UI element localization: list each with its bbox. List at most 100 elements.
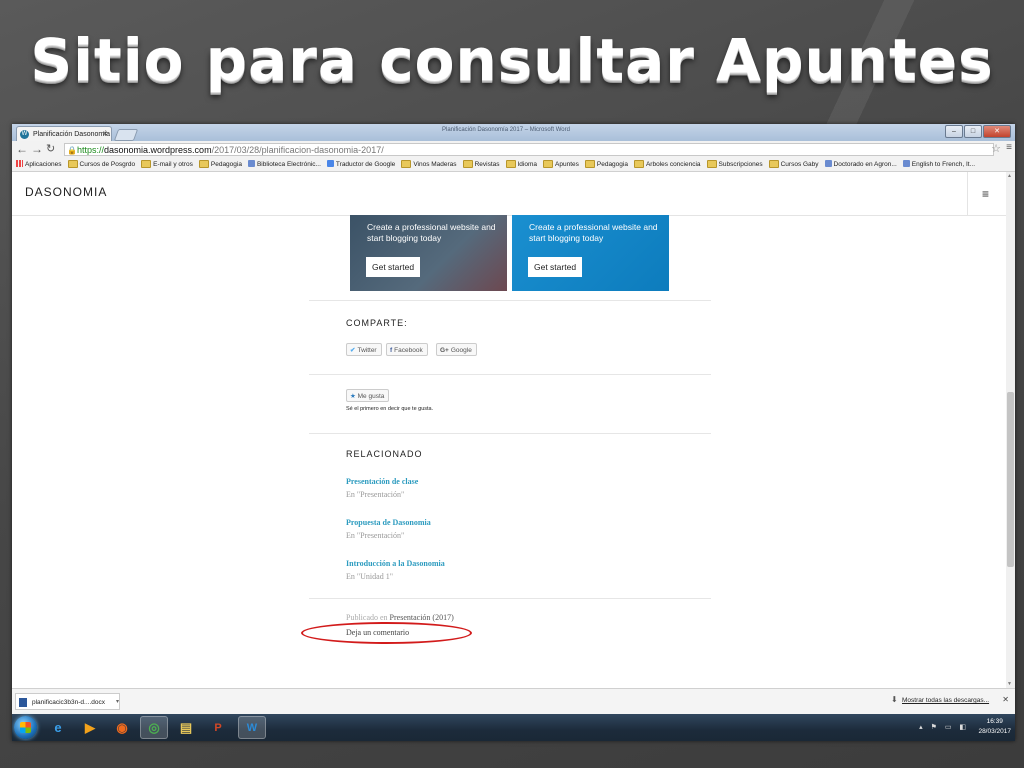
promo-text: Create a professional website and start … — [529, 222, 658, 243]
menu-toggle[interactable]: ≡ — [967, 172, 1006, 215]
folder-icon — [768, 159, 779, 170]
related-post-category: En "Presentación" — [346, 490, 405, 499]
divider — [309, 598, 711, 599]
related-post-link[interactable]: Introducción a la Dasonomia — [346, 559, 445, 568]
like-button[interactable]: ★ Me gusta — [346, 389, 390, 402]
facebook-icon: f — [390, 347, 393, 354]
divider — [309, 374, 711, 375]
file-explorer-icon[interactable]: ▤ — [172, 716, 200, 739]
bookmark-item[interactable]: E-mail y otros — [141, 159, 193, 170]
windows-taskbar: e ▶ ◉ ◎ ▤ P W ▴ ⚑ ▭ ◧ 16:39 28/03/2017 — [12, 714, 1015, 741]
close-tab-icon[interactable]: ✕ — [102, 127, 108, 141]
system-tray-icons[interactable]: ▴ ⚑ ▭ ◧ — [919, 723, 969, 731]
browser-tab[interactable]: W Planificación Dasonomía ✕ — [16, 126, 112, 141]
like-note: Sé el primero en decir que te gusta. — [346, 406, 434, 412]
firefox-icon[interactable]: ◉ — [108, 716, 136, 739]
bookmark-item[interactable]: Aplicaciones — [16, 160, 62, 169]
bookmark-label: Traductor de Google — [335, 161, 396, 168]
clock[interactable]: 16:39 28/03/2017 — [978, 717, 1011, 737]
bookmark-item[interactable]: Apuntes — [543, 159, 579, 170]
bookmark-item[interactable]: Biblioteca Electrónic... — [247, 160, 321, 169]
bookmark-label: Cursos de Posgrdo — [79, 161, 136, 168]
bookmark-icon — [902, 160, 910, 169]
published-prefix: Publicado en — [346, 613, 388, 622]
published-meta: Publicado en Presentación (2017) — [346, 613, 454, 622]
bookmark-label: Aplicaciones — [25, 161, 62, 168]
twitter-share-button[interactable]: ✔ Twitter — [346, 343, 382, 356]
close-downloads-icon[interactable]: ✕ — [1002, 695, 1009, 704]
folder-icon — [543, 159, 554, 170]
bookmark-item[interactable]: English to French, It... — [902, 160, 975, 169]
facebook-label: Facebook — [394, 347, 423, 354]
folder-icon — [67, 159, 78, 170]
bookmark-item[interactable]: Pedagogia — [198, 159, 242, 170]
bookmark-item[interactable]: Subscripciones — [706, 159, 763, 170]
get-started-button[interactable]: Get started — [366, 257, 421, 277]
get-started-button[interactable]: Get started — [528, 257, 583, 277]
bookmark-item[interactable]: Arboles conciencia — [633, 159, 701, 170]
published-category-link[interactable]: Presentación (2017) — [390, 613, 454, 622]
facebook-share-button[interactable]: f Facebook — [386, 343, 428, 356]
folder-icon — [198, 159, 209, 170]
new-tab-button[interactable] — [113, 129, 139, 141]
window-controls: – □ ✕ — [945, 125, 1011, 138]
bookmark-item[interactable]: Vinos Maderas — [401, 159, 457, 170]
browser-menu-icon[interactable]: ≡ — [1006, 142, 1012, 153]
url-path: /2017/03/28/planificacion-dasonomia-2017… — [211, 145, 384, 155]
bookmarks-bar: Aplicaciones Cursos de Posgrdo E-mail y ot… — [12, 158, 1015, 172]
back-icon[interactable]: ← — [16, 142, 28, 156]
bookmark-label: Cursos Gaby — [780, 161, 819, 168]
powerpoint-icon[interactable]: P — [204, 716, 232, 739]
bookmark-item[interactable]: Cursos de Posgrdo — [67, 159, 136, 170]
bookmark-item[interactable]: Revistas — [462, 159, 500, 170]
close-window-button[interactable]: ✕ — [983, 125, 1011, 138]
bookmark-icon — [824, 160, 832, 169]
site-title[interactable]: DASONOMIA — [25, 185, 107, 199]
scroll-down-icon[interactable]: ▼ — [1007, 681, 1012, 687]
translate-icon — [326, 160, 334, 169]
scroll-up-icon[interactable]: ▲ — [1007, 173, 1012, 179]
promo-banner-right[interactable]: Create a professional website and start … — [512, 215, 669, 291]
url-host: dasonomia.wordpress.com — [104, 145, 212, 155]
download-item[interactable]: planificacic3b3n-d....docx ▾ — [15, 693, 120, 710]
scrollbar-thumb[interactable] — [1007, 392, 1014, 567]
browser-titlebar: W Planificación Dasonomía ✕ Planificació… — [12, 124, 1015, 141]
bookmark-label: E-mail y otros — [153, 161, 193, 168]
page-scrollbar[interactable]: ▲ ▼ — [1006, 172, 1015, 688]
minimize-button[interactable]: – — [945, 125, 963, 138]
wordpress-icon: W — [20, 130, 29, 139]
bookmark-icon — [247, 160, 255, 169]
highlight-annotation — [301, 622, 472, 644]
url-input[interactable]: 🔒 https://dasonomia.wordpress.com/2017/0… — [64, 143, 994, 156]
bookmark-item[interactable]: Traductor de Google — [326, 160, 396, 169]
tab-title: Planificación Dasonomía — [33, 131, 111, 138]
bookmark-label: Arboles conciencia — [645, 161, 701, 168]
bookmark-star-icon[interactable]: ☆ — [991, 142, 1001, 155]
internet-explorer-icon[interactable]: e — [44, 716, 72, 739]
show-all-downloads-link[interactable]: Mostrar todas las descargas... — [902, 697, 989, 704]
bookmark-item[interactable]: Cursos Gaby — [768, 159, 819, 170]
media-player-icon[interactable]: ▶ — [76, 716, 104, 739]
word-document-icon — [19, 698, 27, 707]
bookmark-item[interactable]: Idioma — [505, 159, 537, 170]
bookmark-item[interactable]: Pedagogia — [584, 159, 628, 170]
word-icon[interactable]: W — [238, 716, 266, 739]
clock-time: 16:39 — [986, 718, 1003, 725]
lock-icon: 🔒 — [67, 146, 77, 155]
promo-banner-left[interactable]: Create a professional website and start … — [350, 215, 507, 291]
related-heading: RELACIONADO — [346, 449, 423, 459]
folder-icon — [401, 159, 412, 170]
related-post-link[interactable]: Presentación de clase — [346, 477, 418, 486]
reload-icon[interactable]: ↻ — [46, 142, 55, 156]
bookmark-item[interactable]: Doctorado en Agron... — [824, 160, 897, 169]
google-share-button[interactable]: G+ Google — [436, 343, 477, 356]
bookmark-label: Revistas — [474, 161, 500, 168]
bookmark-label: Vinos Maderas — [413, 161, 457, 168]
chevron-down-icon[interactable]: ▾ — [116, 694, 119, 711]
maximize-button[interactable]: □ — [964, 125, 982, 138]
folder-icon — [584, 159, 595, 170]
related-post-link[interactable]: Propuesta de Dasonomia — [346, 518, 431, 527]
forward-icon[interactable]: → — [31, 142, 43, 156]
start-button[interactable] — [14, 716, 37, 739]
chrome-icon[interactable]: ◎ — [140, 716, 168, 739]
